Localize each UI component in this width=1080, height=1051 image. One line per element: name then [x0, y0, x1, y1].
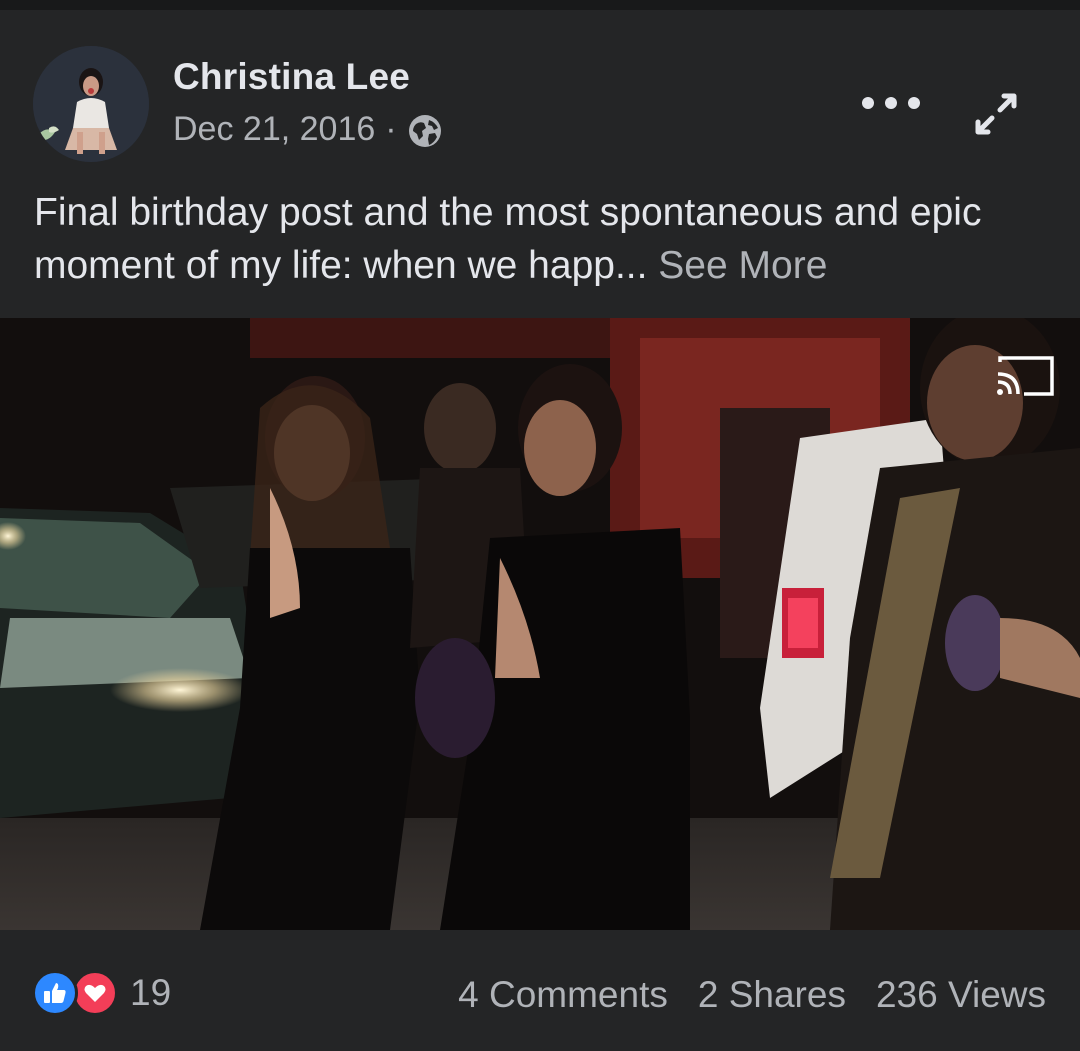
status-bar-strip [0, 0, 1080, 10]
more-dots-icon [862, 97, 874, 109]
avatar-photo [33, 46, 149, 162]
reaction-count: 19 [130, 972, 172, 1013]
post-text: Final birthday post and the most spontan… [34, 186, 1044, 292]
post-body: Final birthday post and the most spontan… [34, 191, 982, 287]
like-icon [32, 970, 78, 1016]
post-date[interactable]: Dec 21, 2016 [173, 110, 375, 149]
video-frame [0, 318, 1080, 930]
post-card: Christina Lee Dec 21, 2016 · Final birth… [0, 10, 1080, 1051]
comments-count-link[interactable]: 4 Comments [458, 974, 668, 1016]
author-name[interactable]: Christina Lee [173, 56, 410, 98]
shares-count-link[interactable]: 2 Shares [698, 974, 846, 1016]
thumbs-up-glyph [44, 983, 66, 1003]
more-options-button[interactable] [862, 88, 920, 118]
more-dot [885, 97, 897, 109]
reactions-summary[interactable]: 19 [32, 970, 171, 1016]
post-footer: 19 4 Comments 2 Shares 236 Views [0, 930, 1080, 1051]
see-more-link[interactable]: See More [658, 244, 827, 287]
cast-icon[interactable] [994, 352, 1056, 400]
more-dot [908, 97, 920, 109]
engagement-stats: 4 Comments 2 Shares 236 Views [458, 974, 1046, 1016]
heart-glyph [84, 984, 106, 1002]
expand-arrows-icon[interactable] [970, 88, 1022, 140]
globe-icon [408, 114, 441, 147]
post-meta: Dec 21, 2016 · [173, 110, 443, 149]
love-icon [72, 970, 118, 1016]
meta-separator: · [385, 110, 397, 148]
post-video[interactable] [0, 318, 1080, 930]
avatar[interactable] [33, 46, 149, 162]
views-count: 236 Views [875, 974, 1046, 1015]
